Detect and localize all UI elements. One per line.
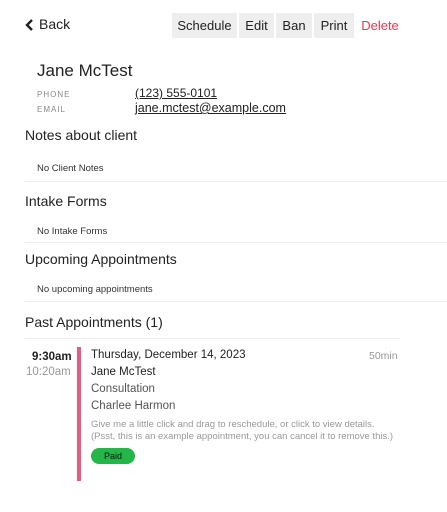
divider xyxy=(25,181,447,182)
status-badge: Paid xyxy=(91,448,135,464)
divider xyxy=(25,242,447,243)
appointment-staff: Charlee Harmon xyxy=(91,400,176,412)
phone-row: PHONE (123) 555-0101 xyxy=(37,86,217,100)
past-section-title: Past Appointments (1) xyxy=(25,314,163,330)
divider xyxy=(25,301,447,302)
notes-empty-text: No Client Notes xyxy=(37,163,104,174)
appointment-client: Jane McTest xyxy=(91,366,156,378)
chevron-left-icon xyxy=(24,18,34,31)
appointment-service: Consultation xyxy=(91,383,155,395)
back-button[interactable]: Back xyxy=(24,16,70,32)
client-name: Jane McTest xyxy=(37,61,133,80)
ban-button[interactable]: Ban xyxy=(276,13,312,38)
appointment-date: Thursday, December 14, 2023 xyxy=(91,349,246,361)
intake-empty-text: No Intake Forms xyxy=(37,226,108,237)
phone-link[interactable]: (123) 555-0101 xyxy=(135,86,217,100)
email-label: EMAIL xyxy=(37,105,67,114)
email-link[interactable]: jane.mctest@example.com xyxy=(135,101,286,115)
appointment-note: Give me a little click and drag to resch… xyxy=(91,419,394,442)
appointment-start-time: 9:30am xyxy=(32,351,72,363)
appointment-end-time: 10:20am xyxy=(26,366,71,378)
back-label: Back xyxy=(39,16,71,32)
appointment-color-bar xyxy=(77,347,81,481)
client-detail-page: Back Schedule Edit Ban Print Delete Jane… xyxy=(0,0,447,512)
email-row: EMAIL jane.mctest@example.com xyxy=(37,101,286,115)
delete-button[interactable]: Delete xyxy=(356,13,404,38)
divider xyxy=(25,338,400,339)
upcoming-section-title: Upcoming Appointments xyxy=(25,251,177,267)
intake-section-title: Intake Forms xyxy=(25,193,107,209)
schedule-button[interactable]: Schedule xyxy=(172,13,237,38)
phone-label: PHONE xyxy=(37,90,71,99)
notes-section-title: Notes about client xyxy=(25,127,138,143)
top-toolbar: Back Schedule Edit Ban Print Delete xyxy=(0,0,447,50)
action-buttons: Schedule Edit Ban Print Delete xyxy=(172,13,404,38)
print-button[interactable]: Print xyxy=(314,13,354,38)
appointment-card[interactable]: Thursday, December 14, 2023 Jane McTest … xyxy=(91,349,411,464)
edit-button[interactable]: Edit xyxy=(239,13,274,38)
upcoming-empty-text: No upcoming appointments xyxy=(37,284,153,295)
